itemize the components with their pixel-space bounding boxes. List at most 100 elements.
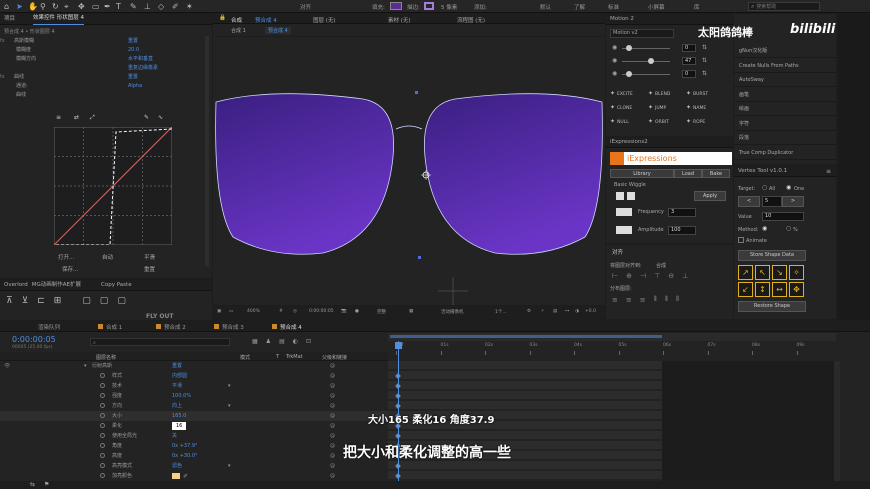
slider-value[interactable]: 0 [682, 44, 696, 52]
slider-radio-icon[interactable]: ◉ [612, 57, 617, 64]
effect-row[interactable]: 重复边缘像素 [0, 64, 212, 72]
toggle-modes-icon[interactable]: ⚑ [44, 481, 49, 488]
flowchart-tab[interactable]: 流程图 (无) [457, 16, 485, 24]
graph-editor-icon[interactable]: ⊡ [306, 338, 311, 345]
lock-icon[interactable]: 🔒 [219, 15, 226, 21]
pen-tool-icon[interactable]: ✒ [104, 2, 111, 11]
comp-tab-name[interactable]: 预合成 4 [255, 16, 277, 24]
frame-blend-icon[interactable]: ▤ [279, 338, 285, 345]
timeline-search[interactable]: ⌕ [90, 338, 230, 346]
pencil-curve-icon[interactable]: ✎ [144, 114, 149, 121]
lock-icon[interactable]: ⇅ [702, 57, 707, 64]
slider-value[interactable]: 0 [682, 70, 696, 78]
paste-icon[interactable]: ▢ [100, 296, 109, 306]
puppet-tool-icon[interactable]: ✶ [186, 2, 193, 11]
plugin-item[interactable]: gNun汉化版 [734, 44, 836, 58]
type-tool-icon[interactable]: T [116, 2, 121, 11]
timeline-scrollbar[interactable] [834, 361, 840, 481]
frequency-field[interactable]: 3 [668, 208, 696, 217]
clone-stamp-tool-icon[interactable]: ⊥ [144, 2, 151, 11]
rotate-tool-icon[interactable]: ↻ [52, 2, 59, 11]
copy-paste-tab[interactable]: Copy Paste [101, 280, 132, 291]
viewer-timecode[interactable]: 0:00:00:05 [309, 309, 334, 314]
layer-import-icon[interactable]: ⊏ [37, 296, 45, 306]
resolution-select[interactable]: 完整 [377, 309, 386, 315]
selection-tool-icon[interactable]: ➤ [16, 2, 23, 11]
info-preset-icon[interactable] [627, 192, 635, 200]
dist-hcenter-icon[interactable]: ⦀ [665, 295, 668, 304]
dist-top-icon[interactable]: ≡ [612, 296, 618, 304]
search-help-box[interactable]: ⌕ 搜索帮助 [748, 2, 820, 11]
col-parent[interactable]: 父级和链接 [322, 354, 347, 361]
shy-icon[interactable]: ♟ [266, 338, 271, 345]
slider-radio-icon[interactable]: ◉ [612, 44, 617, 51]
duplicate-icon[interactable]: ▢ [117, 296, 126, 306]
decrement-button[interactable]: < [738, 196, 760, 207]
slider-value[interactable]: 47 [682, 57, 696, 65]
align-right-icon[interactable]: ⊣ [640, 272, 646, 280]
views-select[interactable]: 1个... [495, 309, 507, 315]
restore-shape-button[interactable]: Restore Shape [738, 301, 806, 312]
motion-button[interactable]: ✦ BURST [686, 88, 722, 100]
effect-row[interactable]: 模糊方向 水平和垂直 [0, 55, 212, 63]
method-percent-radio[interactable]: ○ [786, 225, 791, 232]
home-icon[interactable]: ⌂ [4, 2, 9, 11]
auto-curve-button[interactable]: 自动 [102, 253, 113, 261]
fx-icon[interactable]: fx [0, 37, 5, 45]
motion-button[interactable]: ✦ ROPE [686, 116, 722, 128]
stroke-swatch[interactable] [424, 2, 434, 10]
open-curve-button[interactable]: 打开... [58, 253, 74, 261]
vertex-align-button[interactable]: ↙ [738, 282, 753, 297]
apply-button[interactable]: Apply [694, 191, 726, 201]
amplitude-field[interactable]: 100 [668, 226, 696, 235]
col-layer-name[interactable]: 图层名称 [96, 354, 116, 361]
vertex-align-button[interactable]: ↔ [772, 282, 787, 297]
motion-button[interactable]: ✦ CLONE [610, 102, 646, 114]
store-shape-button[interactable]: Store Shape Data [738, 250, 806, 261]
motion-button[interactable]: ✦ BLEND [648, 88, 684, 100]
dist-right-icon[interactable]: ⦀ [676, 295, 679, 304]
fast-previews-icon[interactable]: ⚡ [541, 309, 544, 314]
effect-value[interactable]: 水平和垂直 [128, 55, 153, 63]
footage-tab[interactable]: 素材 (无) [388, 16, 411, 24]
effect-row[interactable]: fx 高斯模糊 重置 [0, 37, 212, 45]
hand-tool-icon[interactable]: ✋ [28, 2, 38, 11]
col-t[interactable]: T [276, 354, 279, 360]
plugin-item[interactable]: Create Nulls From Paths [734, 59, 836, 73]
align-vcenter-icon[interactable]: ⊖ [668, 272, 674, 280]
slider-radio-icon[interactable]: ◉ [612, 70, 617, 77]
always-preview-icon[interactable]: ▣ [217, 309, 221, 314]
stroke-width[interactable]: 5 像素 [441, 3, 457, 11]
motion-version-select[interactable]: Motion v2 [610, 29, 674, 38]
vertex-align-button[interactable]: ✥ [789, 282, 804, 297]
playhead-handle[interactable] [395, 342, 402, 349]
target-one-radio[interactable]: ◉ [786, 184, 791, 191]
plugin-item[interactable]: AutoSway [734, 73, 836, 87]
fill-swatch[interactable] [390, 2, 402, 10]
work-area-bar[interactable] [388, 333, 836, 341]
draft-3d-icon[interactable]: ▦ [252, 338, 258, 345]
snap-checkbox[interactable]: 对齐 [300, 3, 311, 11]
pan-behind-tool-icon[interactable]: ✥ [78, 2, 85, 11]
mg-extension-tab[interactable]: MG动画制作AE扩展 [32, 280, 81, 291]
load-tab[interactable]: Load [674, 169, 702, 178]
vertex-align-button[interactable]: ↘ [772, 265, 787, 280]
panel-menu-icon[interactable]: ≡ [826, 168, 831, 175]
subtab-precomp4[interactable]: 预合成 4 [265, 27, 291, 34]
project-tab[interactable]: 项目 [4, 14, 15, 25]
workspace-learn[interactable]: 了解 [574, 3, 585, 11]
effect-row[interactable]: 通道: Alpha [0, 82, 212, 90]
pull-to-ai-icon[interactable]: ⊻ [22, 296, 29, 306]
vertex-align-button[interactable]: ↗ [738, 265, 753, 280]
align-hcenter-icon[interactable]: ⊕ [626, 272, 632, 280]
timeline-tab[interactable]: 预合成 4 [280, 323, 302, 331]
workspace-standard[interactable]: 标准 [608, 3, 619, 11]
align-target-select[interactable]: 合成 [656, 262, 666, 269]
vertex-align-button[interactable]: ↕ [755, 282, 770, 297]
effect-row[interactable]: fx 曲线 重置 [0, 73, 212, 81]
step-field[interactable]: 5 [762, 196, 782, 207]
plugin-item[interactable]: 段落 [734, 131, 836, 145]
dist-vcenter-icon[interactable]: ≡ [626, 296, 632, 304]
increment-button[interactable]: > [782, 196, 804, 207]
effect-value[interactable]: 重置 [128, 73, 138, 81]
